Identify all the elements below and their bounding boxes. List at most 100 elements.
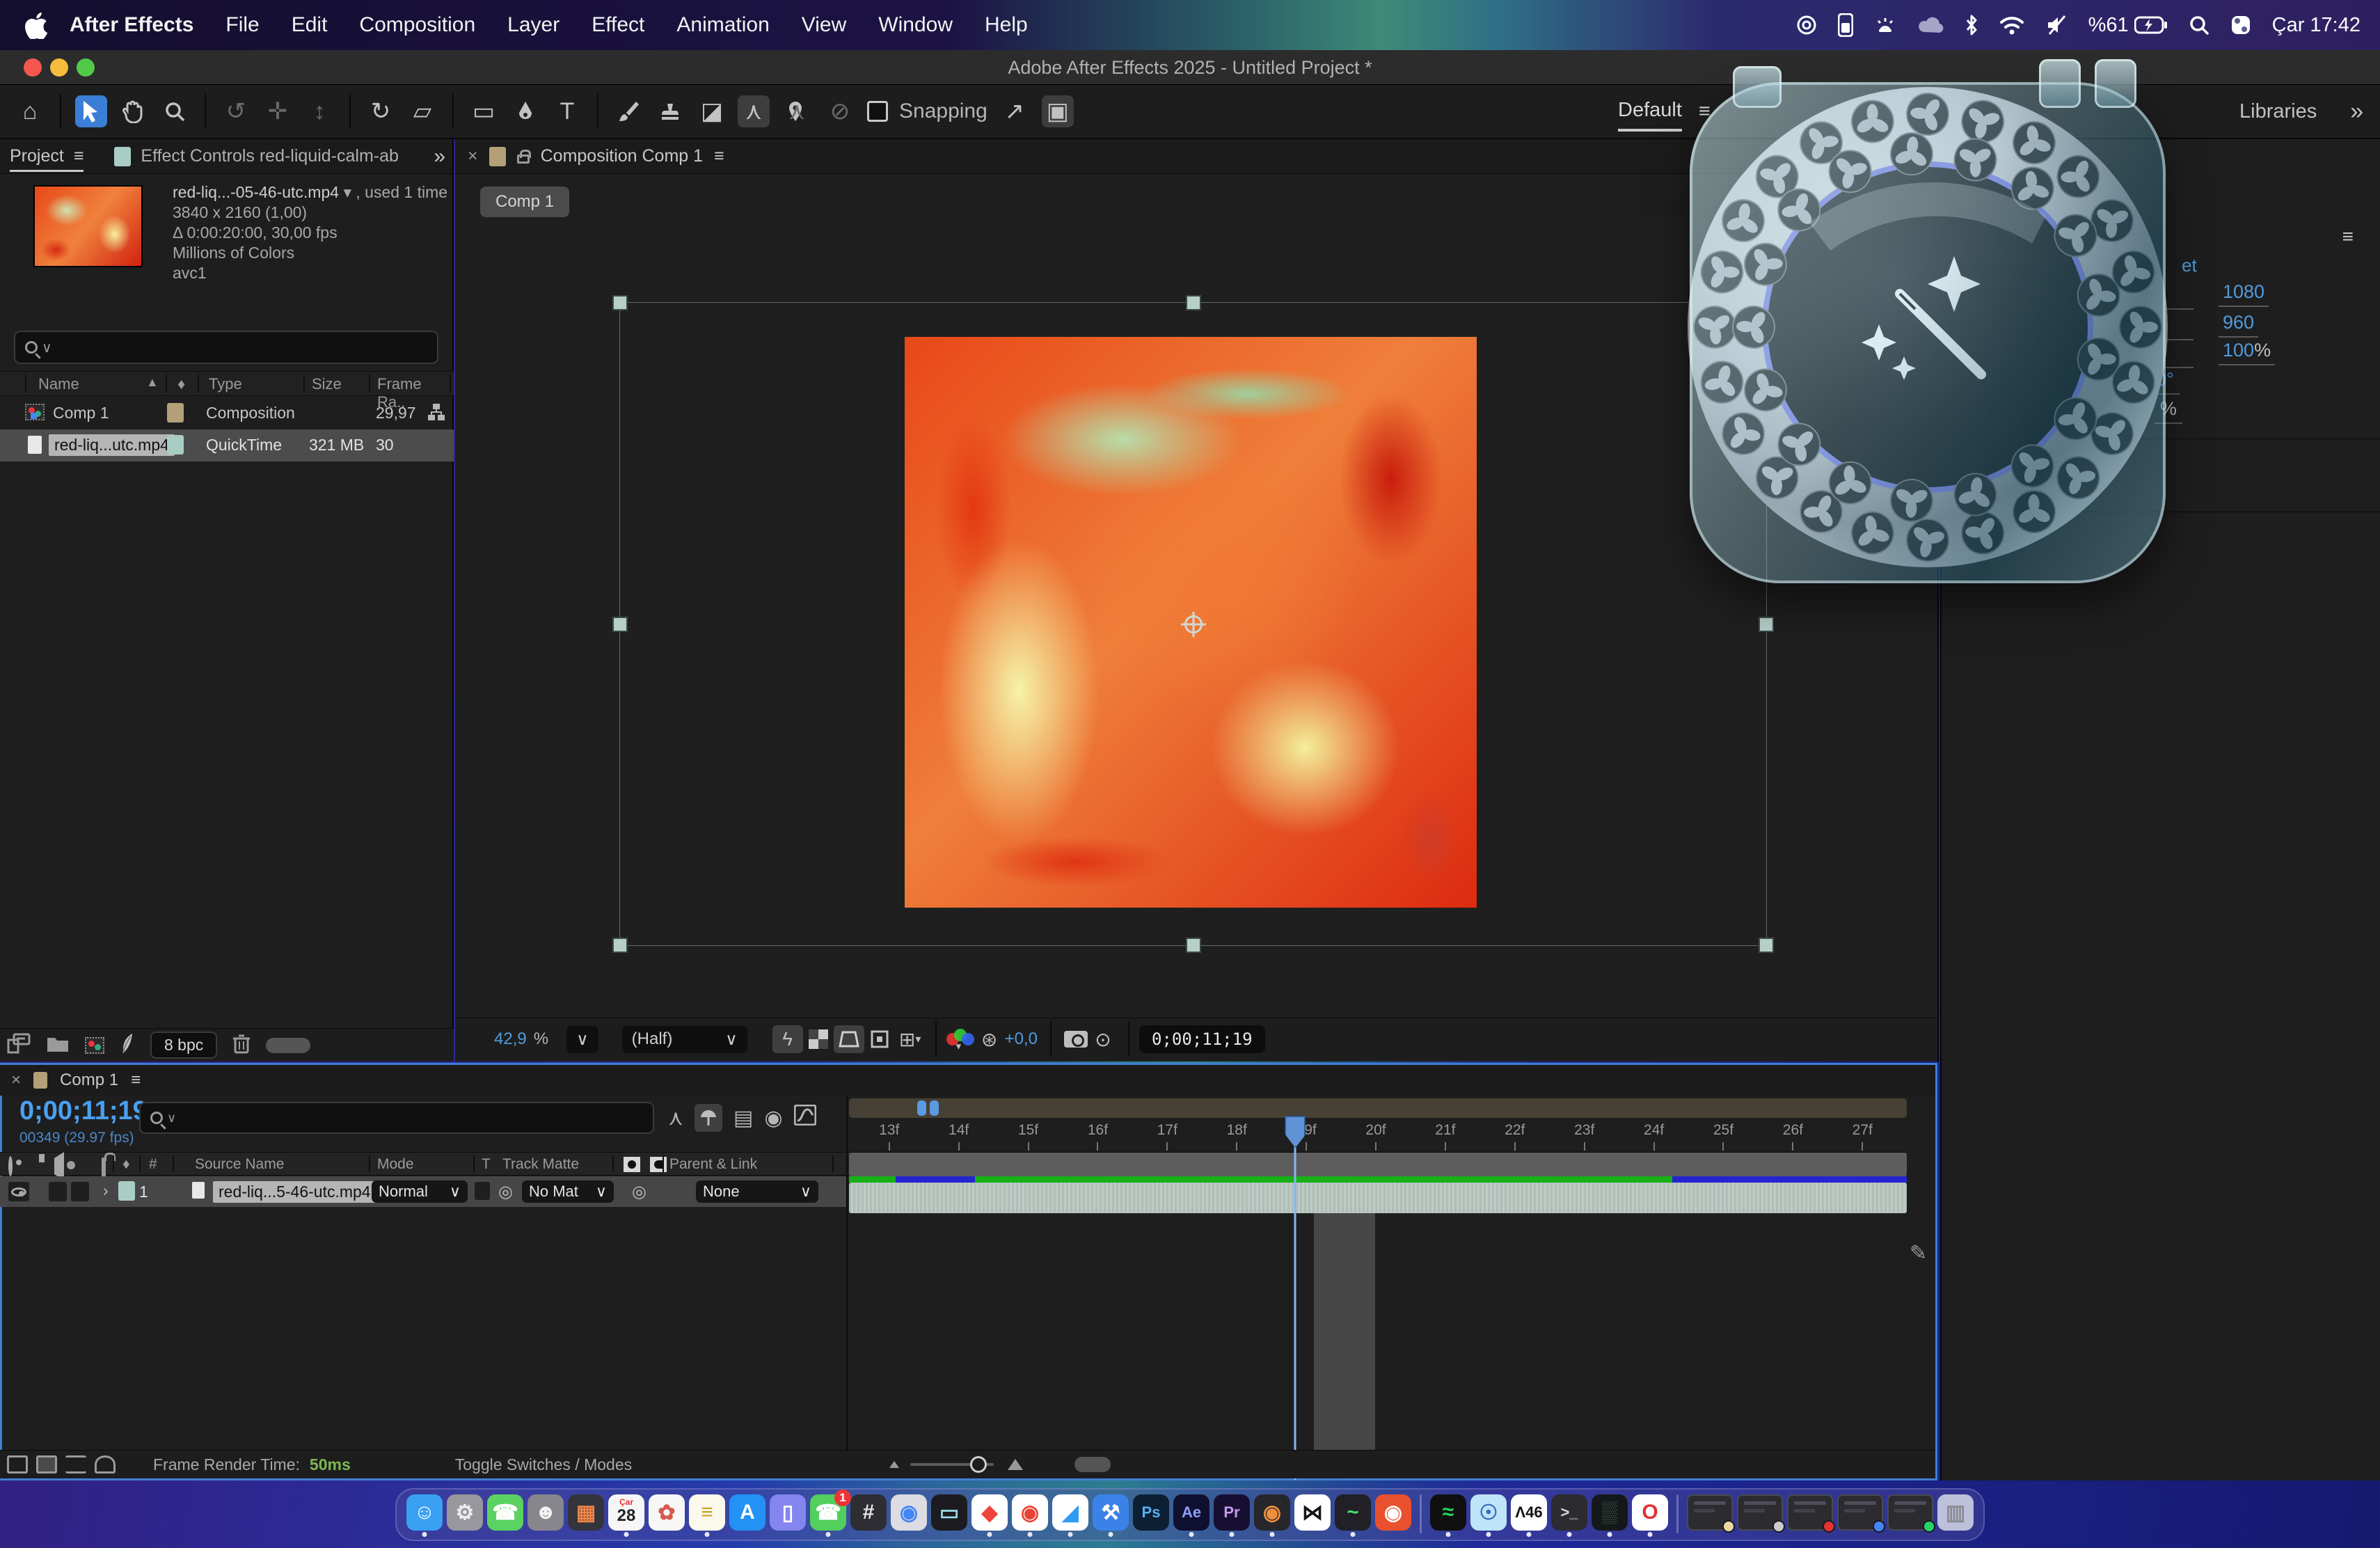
close-tab-icon[interactable]: × — [11, 1071, 21, 1090]
mask-visibility-icon[interactable] — [864, 1025, 895, 1053]
new-folder-icon[interactable] — [46, 1034, 70, 1057]
comp-menu-icon[interactable]: ≡ — [714, 146, 724, 166]
eraser-tool[interactable]: ◪ — [696, 95, 728, 127]
layer-blend-mode-dropdown[interactable]: Normal∨ — [372, 1180, 468, 1203]
sort-asc-icon[interactable]: ▲ — [146, 375, 159, 390]
row-label-chip[interactable] — [167, 435, 184, 455]
layer-label-chip[interactable] — [118, 1181, 135, 1201]
timeline-search-input[interactable]: ∨ — [139, 1102, 654, 1134]
time-ruler[interactable]: 13f14f15f16f17f18f19f20f21f22f23f24f25f2… — [849, 1118, 1907, 1153]
dock-spotify[interactable]: ≈ — [1430, 1494, 1466, 1531]
spotlight-icon[interactable] — [2189, 15, 2210, 35]
cloud-icon[interactable] — [1917, 15, 1944, 35]
minimize-window-button[interactable] — [50, 58, 68, 77]
wifi-icon[interactable] — [1999, 15, 2024, 35]
zoom-out-icon[interactable] — [889, 1461, 899, 1468]
snapping-checkbox[interactable] — [867, 101, 888, 122]
menu-item-effect[interactable]: Effect — [592, 13, 644, 37]
dock-broadcast-app[interactable]: ◉ — [1375, 1494, 1411, 1531]
col-size[interactable]: Size — [312, 375, 342, 393]
flowchart-icon[interactable] — [427, 403, 445, 425]
ec-width-value[interactable]: 1080 — [2219, 281, 2269, 307]
row-name[interactable]: Comp 1 — [53, 404, 109, 422]
zoom-window-button[interactable] — [77, 58, 95, 77]
new-composition-icon[interactable] — [85, 1037, 104, 1054]
region-of-interest-icon[interactable] — [834, 1025, 864, 1053]
panel-overflow-icon[interactable]: » — [434, 145, 445, 168]
matte-pick-icon[interactable]: ◎ — [498, 1182, 513, 1202]
expand-layer-switches-icon[interactable] — [7, 1455, 28, 1474]
col-track-matte[interactable]: Track Matte — [502, 1156, 579, 1173]
tab-effect-controls[interactable]: Effect Controls red-liquid-calm-abstr — [141, 146, 398, 166]
selection-handle[interactable] — [1186, 938, 1201, 953]
col-parent-link[interactable]: Parent & Link — [669, 1156, 757, 1173]
mask-feather-icon[interactable]: ⋏ — [781, 95, 813, 127]
layer-solo-toggle[interactable] — [49, 1182, 67, 1201]
menu-app-name[interactable]: After Effects — [70, 13, 193, 37]
menu-item-view[interactable]: View — [802, 13, 846, 37]
dock-contacts[interactable]: ☻ — [527, 1494, 564, 1531]
row-label-chip[interactable] — [167, 403, 184, 422]
col-source-name[interactable]: Source Name — [195, 1156, 284, 1173]
lock-column-icon[interactable] — [102, 1158, 106, 1178]
apple-logo-icon[interactable] — [25, 13, 49, 45]
transparency-grid-icon[interactable] — [803, 1025, 834, 1053]
matte-luma-icon[interactable] — [650, 1157, 667, 1172]
close-tab-icon[interactable]: × — [468, 146, 478, 166]
timeline-zoom-slider[interactable] — [910, 1463, 994, 1466]
project-row-footage[interactable]: red-liq...utc.mp4 QuickTime 321 MB 30 — [0, 429, 454, 461]
resolution-dropdown[interactable]: (Half)∨ — [622, 1026, 747, 1053]
search-options-icon[interactable]: ∨ — [167, 1111, 176, 1126]
expand-transfer-controls-icon[interactable] — [36, 1455, 57, 1474]
toolbar-overflow-icon[interactable]: » — [2350, 98, 2363, 125]
col-name[interactable]: Name — [38, 375, 79, 393]
dock-photos[interactable]: ✿ — [649, 1494, 685, 1531]
dock-chrome-window[interactable]: ◉ — [891, 1494, 927, 1531]
dock-window-thumb[interactable] — [1787, 1494, 1833, 1531]
video-column-icon[interactable] — [8, 1156, 13, 1176]
channel-icon[interactable]: ▾ — [946, 1029, 974, 1050]
dock-hammer-app[interactable]: ⚒ — [1093, 1494, 1129, 1531]
col-mode[interactable]: Mode — [377, 1156, 414, 1173]
exposure-value[interactable]: +0,0 — [1005, 1029, 1038, 1049]
selection-handle[interactable] — [612, 938, 628, 953]
siren-icon[interactable] — [1874, 14, 1896, 36]
dock-terminal[interactable]: >_ — [1551, 1494, 1587, 1531]
dock-window-thumb[interactable] — [1837, 1494, 1883, 1531]
selection-handle[interactable] — [1186, 295, 1201, 310]
toggle-switches-label[interactable]: Toggle Switches / Modes — [455, 1455, 632, 1474]
mask-off-icon[interactable]: ⊘ — [824, 95, 856, 127]
menu-item-window[interactable]: Window — [878, 13, 953, 37]
dock-capcut[interactable]: ⋈ — [1294, 1494, 1331, 1531]
horizontal-scrollbar-thumb[interactable] — [1074, 1457, 1111, 1472]
menu-item-edit[interactable]: Edit — [292, 13, 328, 37]
pan-camera-tool[interactable]: ✛ — [262, 95, 294, 127]
graph-editor-icon[interactable] — [794, 1105, 816, 1131]
selection-tool[interactable] — [75, 95, 107, 127]
dock-system-settings[interactable]: ⚙ — [447, 1494, 483, 1531]
dock-window-thumb[interactable] — [1687, 1494, 1733, 1531]
home-icon[interactable]: ⌂ — [14, 95, 46, 127]
zoom-in-icon[interactable] — [1008, 1459, 1023, 1470]
work-area-bar[interactable] — [849, 1153, 1907, 1176]
menu-item-composition[interactable]: Composition — [359, 13, 475, 37]
footage-thumbnail[interactable] — [33, 185, 143, 267]
dock-assistant-device[interactable]: ☉ — [1470, 1494, 1507, 1531]
dock-finder[interactable]: ☺ — [406, 1494, 443, 1531]
dock-calendar[interactable]: 28Çar — [608, 1494, 644, 1531]
dock-whatsapp[interactable]: ☎1 — [810, 1494, 846, 1531]
anchor-point[interactable] — [1184, 615, 1203, 633]
grid-guides-icon[interactable]: ⊞▾ — [895, 1025, 926, 1053]
motion-blur-icon[interactable]: ◉ — [764, 1106, 782, 1130]
matte-alpha-icon[interactable] — [624, 1157, 640, 1172]
snapshot-icon[interactable] — [1064, 1031, 1088, 1048]
unlock-icon[interactable] — [517, 155, 530, 164]
layer-visibility-toggle[interactable] — [8, 1182, 29, 1201]
snap-angle-icon[interactable]: ↗ — [999, 95, 1031, 127]
dock-launchpad[interactable]: ▦ — [568, 1494, 604, 1531]
dock-premiere[interactable]: Pr — [1214, 1494, 1250, 1531]
footage-name-dropdown-icon[interactable]: ▾ — [343, 183, 351, 201]
pen-tool[interactable] — [509, 95, 541, 127]
device-battery-icon[interactable] — [1838, 13, 1853, 37]
comp-button-icon[interactable]: ✎ — [1910, 1241, 1927, 1265]
